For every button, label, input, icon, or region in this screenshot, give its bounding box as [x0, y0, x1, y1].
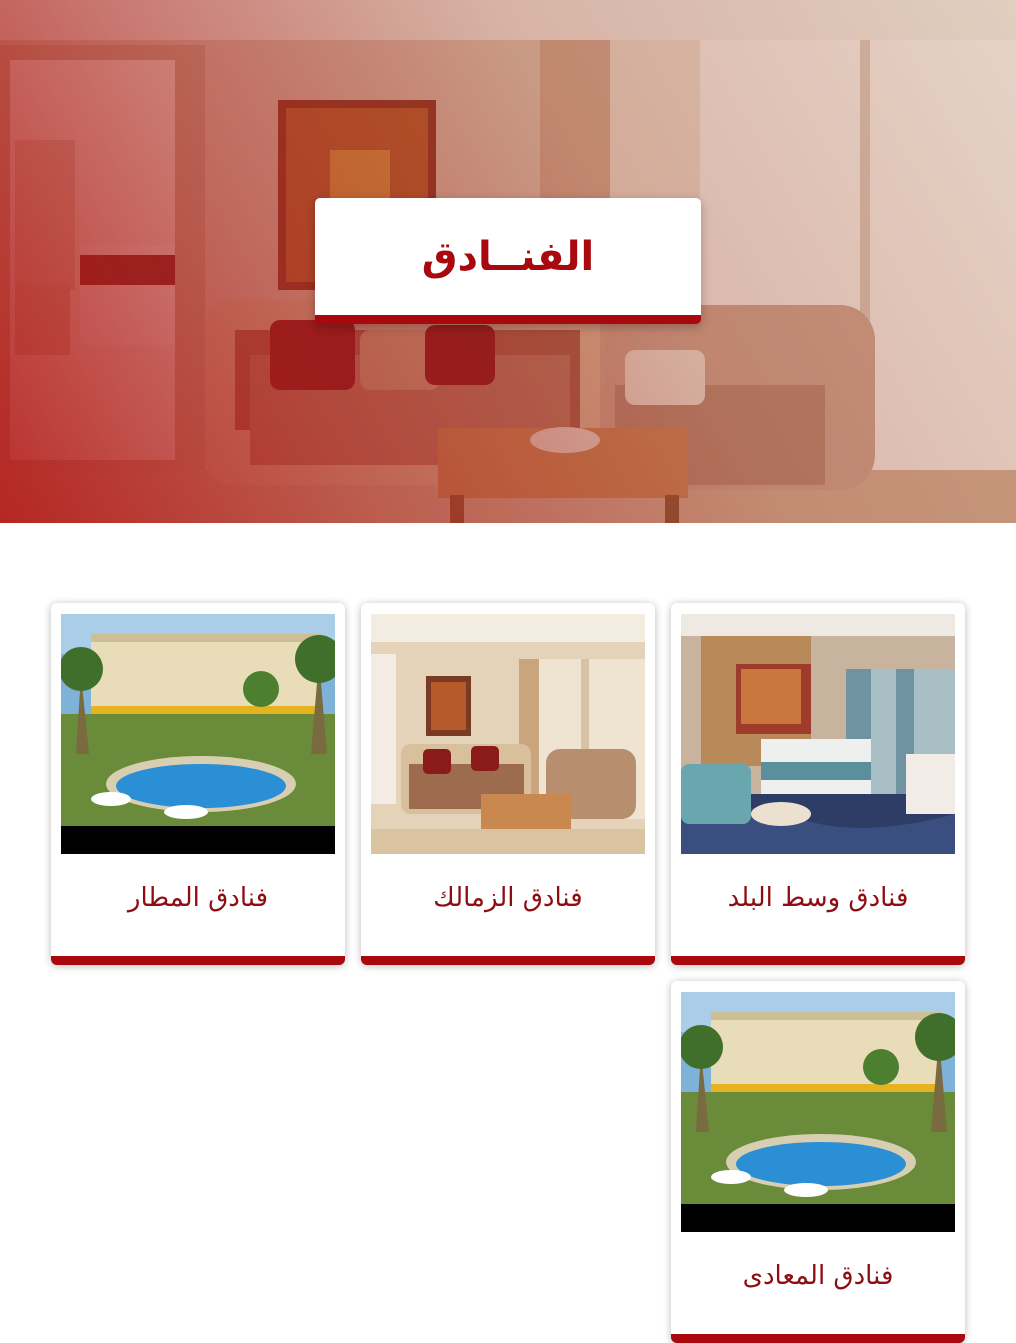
hotel-category-card-airport[interactable]: فنادق المطار [51, 603, 345, 965]
hotel-category-card-zamalek[interactable]: فنادق الزمالك [361, 603, 655, 965]
card-title: فنادق المعادى [742, 1261, 894, 1291]
hotel-pool-palm-trees-photo [681, 992, 955, 1232]
hotel-category-card-downtown[interactable]: فنادق وسط البلد [671, 603, 965, 965]
card-title: فنادق المطار [127, 883, 269, 913]
page-title: الفنــادق [421, 233, 595, 280]
hotel-bedroom-photo [681, 614, 955, 854]
card-title: فنادق الزمالك [433, 883, 583, 913]
hero-title-box: الفنــادق [315, 198, 701, 324]
hotel-category-card-maadi[interactable]: فنادق المعادى [671, 981, 965, 1343]
hero-banner: الفنــادق [0, 0, 1016, 523]
card-title: فنادق وسط البلد [727, 883, 909, 913]
hotel-pool-palm-trees-photo [61, 614, 335, 854]
hotel-suite-living-room-photo [371, 614, 645, 854]
